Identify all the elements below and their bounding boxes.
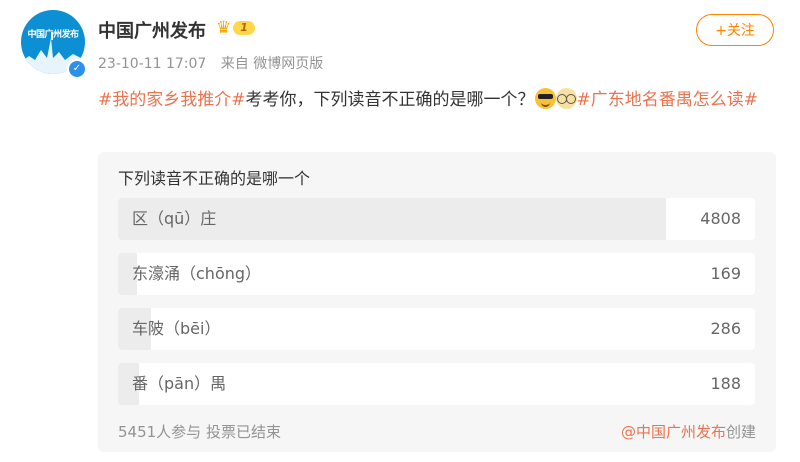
poll-option[interactable]: 车陂（bēi） 286 [118,308,755,350]
glasses-emoji-icon [555,88,577,109]
cool-face-emoji-icon [534,88,556,109]
poll-option[interactable]: 番（pān）禺 188 [118,363,755,405]
poll-option-label: 东濠涌（chōng） [132,264,262,283]
poll-option-label: 车陂（bēi） [132,319,221,338]
creator-suffix: 创建 [725,423,756,441]
vip-badge[interactable]: ♛ 1 [216,18,255,38]
vip-level: 1 [233,21,255,35]
poll-option-count: 188 [710,374,741,393]
poll-option-count: 286 [710,319,741,338]
poll-option-count: 4808 [700,209,741,228]
post-text: #我的家乡我推介#考考你，下列读音不正确的是哪一个？ #广东地名番禺怎么读# [98,86,778,114]
poll-card: 下列读音不正确的是哪一个 区（qū）庄 4808 东濠涌（chōng） 169 … [98,152,776,452]
poll-option-label: 番（pān）禺 [132,374,227,393]
follow-button[interactable]: +关注 [696,14,774,46]
poll-question: 下列读音不正确的是哪一个 [118,169,311,188]
avatar-text: 中国广州发布 [27,30,79,40]
post-body: 考考你，下列读音不正确的是哪一个？ [245,90,535,110]
topic-link[interactable]: #我的家乡我推介# [98,90,246,110]
post-source: 来自 微博网页版 [220,56,324,72]
poll-option-count: 169 [710,264,741,283]
poll-option[interactable]: 区（qū）庄 4808 [118,198,755,240]
post-meta: 23-10-11 17:07 来自 微博网页版 [98,53,333,73]
poll-option[interactable]: 东濠涌（chōng） 169 [118,253,755,295]
poll-summary: 5451人参与 投票已结束 [118,423,281,441]
username[interactable]: 中国广州发布 [98,17,206,43]
verified-icon: ✓ [67,59,87,79]
topic-link[interactable]: #广东地名番禺怎么读# [577,90,759,110]
poll-option-label: 区（qū）庄 [132,209,217,228]
post-time[interactable]: 23-10-11 17:07 [98,56,206,72]
crown-icon: ♛ [216,18,232,38]
creator-link[interactable]: @中国广州发布 [621,423,726,441]
poll-creator: @中国广州发布创建 [621,421,756,442]
